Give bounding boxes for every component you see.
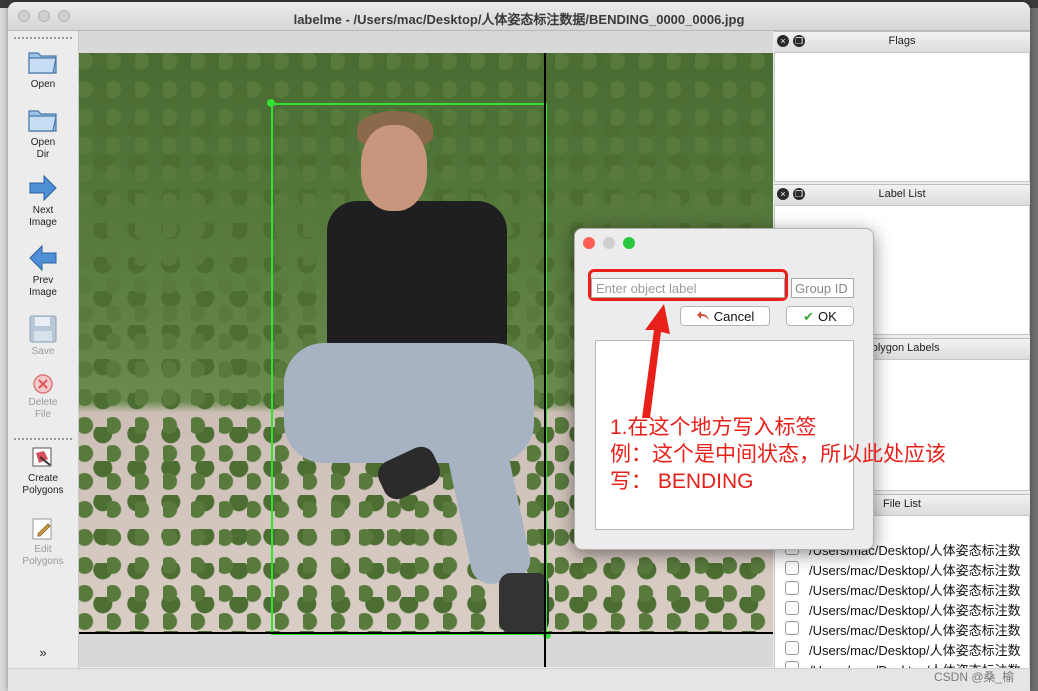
flags-dock: × ❐ Flags (774, 31, 1030, 183)
file-checkbox[interactable] (785, 561, 799, 575)
toolbar-grip[interactable] (14, 37, 72, 39)
file-checkbox[interactable] (785, 601, 799, 615)
prev-image-button[interactable]: Prev Image (8, 243, 78, 299)
delete-icon (33, 374, 53, 394)
arrow-left-icon (29, 244, 57, 272)
file-path: /Users/mac/Desktop/人体姿态标注数 (809, 563, 1021, 578)
file-list-item[interactable]: /Users/mac/Desktop/人体姿态标注数 (775, 578, 1029, 598)
open-label: Open (30, 79, 56, 90)
crosshair-vertical (544, 53, 546, 667)
file-path: /Users/mac/Desktop/人体姿态标注数 (809, 583, 1021, 598)
group-id-input[interactable] (791, 278, 854, 298)
annotation-line-1: 1.在这个地方写入标签 (610, 416, 817, 439)
floppy-disk-icon (29, 315, 57, 343)
toolbar: Open Open Dir Next Image Prev Image Save… (8, 31, 79, 691)
annotation-line-3: 写： BENDING (610, 470, 754, 493)
open-button[interactable]: Open (8, 45, 78, 91)
save-button[interactable]: Save (8, 314, 78, 358)
file-path: /Users/mac/Desktop/人体姿态标注数 (809, 623, 1021, 638)
label-dialog: Cancel ✔OK (574, 228, 874, 550)
open-dir-label: Open Dir (30, 137, 56, 160)
flags-dock-header: × ❐ Flags (774, 31, 1030, 53)
dialog-minimize-button[interactable] (603, 237, 615, 249)
crosshair-horizontal (79, 632, 773, 634)
file-path: /Users/mac/Desktop/人体姿态标注数 (809, 643, 1021, 658)
bbox-vertex[interactable] (267, 99, 275, 107)
polygon-icon (32, 447, 52, 467)
save-label: Save (31, 346, 55, 357)
file-checkbox[interactable] (785, 621, 799, 635)
dialog-maximize-button[interactable] (623, 237, 635, 249)
create-polygons-button[interactable]: Create Polygons (8, 445, 78, 497)
ok-button[interactable]: ✔ OK (786, 306, 854, 326)
ok-label: OK (818, 309, 837, 324)
title-bar: labelme - /Users/mac/Desktop/人体姿态标注数据/BE… (8, 2, 1030, 31)
label-list-title: Label List (878, 188, 926, 200)
flags-list[interactable] (774, 52, 1030, 182)
flags-title: Flags (888, 35, 916, 47)
status-bar (8, 668, 1030, 691)
label-input[interactable] (591, 278, 785, 298)
file-list-item[interactable]: /Users/mac/Desktop/人体姿态标注数 (775, 638, 1029, 658)
file-path: /Users/mac/Desktop/人体姿态标注数 (809, 603, 1021, 618)
arrow-right-icon (29, 174, 57, 202)
annotation-line-2: 例：这个是中间状态，所以此处应该 (610, 443, 946, 466)
annotation-arrow-icon (642, 304, 670, 418)
dialog-close-button[interactable] (583, 237, 595, 249)
file-list-item[interactable]: /Users/mac/Desktop/人体姿态标注数 (775, 598, 1029, 618)
folder-icon (28, 52, 57, 74)
next-image-button[interactable]: Next Image (8, 173, 78, 229)
delete-file-label: Delete File (28, 397, 58, 420)
checkmark-icon: ✔ (803, 309, 815, 324)
bounding-box[interactable] (271, 103, 547, 635)
open-dir-button[interactable]: Open Dir (8, 103, 78, 161)
cancel-button[interactable]: Cancel (680, 306, 770, 326)
folder-icon (28, 110, 57, 132)
edit-polygons-label: Edit Polygons (22, 544, 64, 567)
watermark: CSDN @桑_榆 (934, 670, 1015, 684)
labelme-window: labelme - /Users/mac/Desktop/人体姿态标注数据/BE… (8, 2, 1030, 691)
create-polygons-label: Create Polygons (22, 473, 64, 496)
window-title: labelme - /Users/mac/Desktop/人体姿态标注数据/BE… (293, 12, 745, 27)
file-list-item[interactable]: /Users/mac/Desktop/人体姿态标注数 (775, 618, 1029, 638)
delete-file-button[interactable]: Delete File (8, 373, 78, 421)
label-list-dock-header: × ❐ Label List (774, 184, 1030, 206)
chevron-down-icon[interactable]: » (8, 646, 78, 659)
file-checkbox[interactable] (785, 581, 799, 595)
next-image-label: Next Image (29, 205, 57, 228)
file-list-item[interactable]: /Users/mac/Desktop/人体姿态标注数 (775, 558, 1029, 578)
prev-image-label: Prev Image (29, 275, 57, 298)
undo-icon (696, 311, 709, 321)
edit-icon (32, 518, 52, 540)
cancel-label: Cancel (713, 309, 755, 324)
toolbar-separator (14, 438, 72, 440)
file-checkbox[interactable] (785, 641, 799, 655)
edit-polygons-button[interactable]: Edit Polygons (8, 516, 78, 568)
